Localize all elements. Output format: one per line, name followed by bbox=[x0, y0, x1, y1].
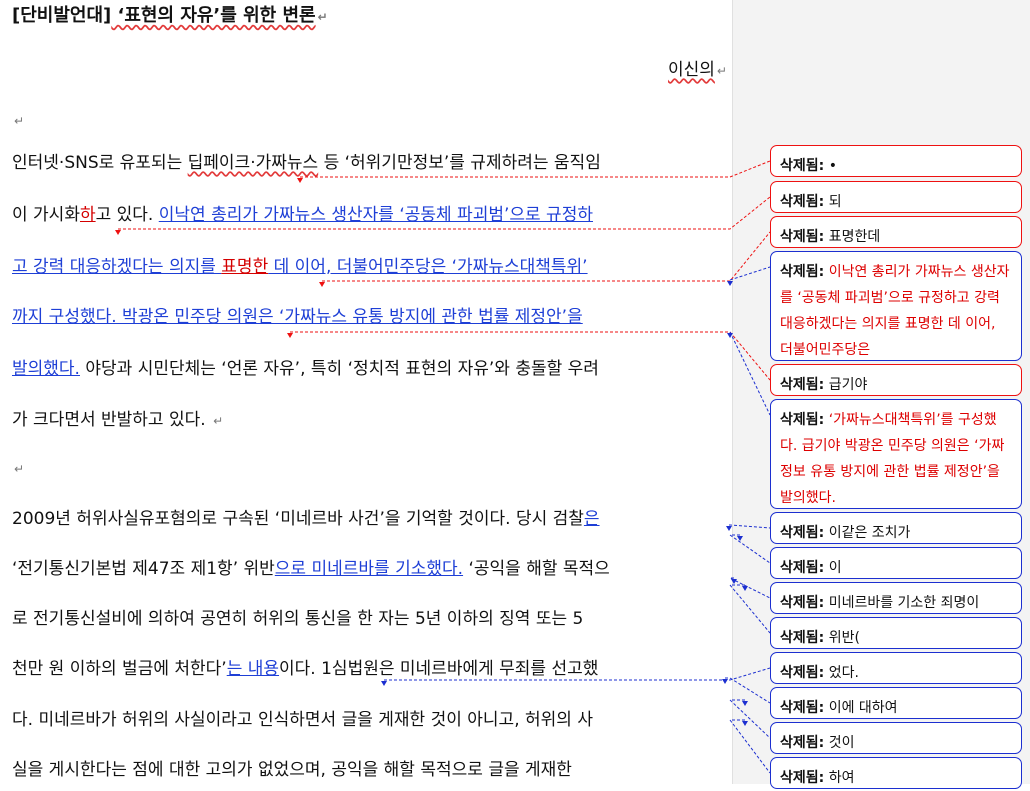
document-line: 가 크다면서 반발하고 있다. ↵ bbox=[12, 410, 223, 431]
text-run: 인터넷·SNS로 유포되는 bbox=[12, 153, 188, 173]
deleted-label: 삭제됨: bbox=[780, 158, 825, 174]
deleted-text: 것이 bbox=[824, 735, 855, 751]
tracked-insertion: 으로 미네르바를 기소했다. bbox=[274, 559, 464, 579]
title-rest: ‘표현의 자유’를 위한 변론 bbox=[111, 5, 316, 26]
deletion-comment-balloon[interactable]: 삭제됨: 위반( bbox=[770, 617, 1022, 649]
text-run: 로 전기통신설비에 의하여 공연히 허위의 통신을 한 자는 5년 이하의 징역… bbox=[12, 609, 584, 629]
tracked-insertion: 고 강력 대응하겠다는 의지를 bbox=[12, 257, 222, 277]
text-run: 고 있다. bbox=[95, 205, 159, 225]
deleted-label: 삭제됨: bbox=[780, 194, 825, 210]
tracked-insertion: 발의했다. bbox=[12, 359, 80, 379]
deleted-label: 삭제됨: bbox=[780, 377, 825, 393]
text-run: 등 ‘허위기만정보’를 규제하려는 움직임 bbox=[318, 153, 601, 173]
document-line: 까지 구성했다. 박광온 민주당 의원은 ‘가짜뉴스 유통 방지에 관한 법률 … bbox=[12, 307, 583, 327]
deletion-comment-balloon[interactable]: 삭제됨: 하여 bbox=[770, 757, 1022, 789]
deleted-text: 표명한데 bbox=[824, 229, 881, 245]
deleted-label: 삭제됨: bbox=[780, 630, 825, 646]
text-run: 실을 게시한다는 점에 대한 고의가 없었으며, 공익을 해할 목적으로 글을 … bbox=[12, 760, 572, 780]
text-run: 가 크다면서 반발하고 있다. bbox=[12, 410, 212, 430]
tracked-insertion: 은 bbox=[583, 509, 600, 529]
deletion-comment-balloon[interactable]: 삭제됨: 이낙연 총리가 가짜뉴스 생산자를 ‘공동체 파괴범’으로 규정하고 … bbox=[770, 251, 1022, 361]
document-line: ‘전기통신기본법 제47조 제1항’ 위반으로 미네르바를 기소했다. ‘공익을… bbox=[12, 559, 610, 579]
deleted-text: 이 bbox=[824, 560, 842, 576]
text-run: 이다. 1심법원은 미네르바에게 무죄를 선고했 bbox=[279, 659, 599, 679]
tracked-insertion: 이낙연 총리가 가짜뉴스 생산자를 ‘공동체 파괴범’으로 규정하 bbox=[158, 205, 593, 225]
text-run: 천만 원 이하의 벌금에 처한다’ bbox=[12, 659, 227, 679]
deletion-comment-balloon[interactable]: 삭제됨: 이 bbox=[770, 547, 1022, 579]
deletion-comment-balloon[interactable]: 삭제됨: 이에 대하여 bbox=[770, 687, 1022, 719]
deleted-label: 삭제됨: bbox=[780, 525, 825, 541]
document-page[interactable]: [단비발언대] ‘표현의 자유’를 위한 변론 ↵ 이신의 ↵ ↵ 인터넷·SNS로… bbox=[0, 0, 732, 784]
deleted-text: 었다. bbox=[824, 665, 859, 681]
deletion-comment-balloon[interactable]: 삭제됨: 표명한데 bbox=[770, 216, 1022, 248]
deletion-comment-balloon[interactable]: 삭제됨: • bbox=[770, 145, 1022, 177]
deletion-comment-balloon[interactable]: 삭제됨: 이같은 조치가 bbox=[770, 512, 1022, 544]
deleted-text: 위반( bbox=[824, 630, 860, 646]
deletion-comment-balloon[interactable]: 삭제됨: 되 bbox=[770, 181, 1022, 213]
text-run: 다. 미네르바가 허위의 사실이라고 인식하면서 글을 게재한 것이 아니고, … bbox=[12, 710, 593, 730]
tracked-change: 표명한 bbox=[221, 257, 269, 277]
deleted-text: 미네르바를 기소한 죄명이 bbox=[824, 595, 980, 611]
deletion-comment-balloon[interactable]: 삭제됨: 것이 bbox=[770, 722, 1022, 754]
author-name: 이신의 bbox=[668, 60, 715, 80]
deleted-text: 이에 대하여 bbox=[824, 700, 898, 716]
deleted-label: 삭제됨: bbox=[780, 229, 825, 245]
document-line: 천만 원 이하의 벌금에 처한다’는 내용이다. 1심법원은 미네르바에게 무죄… bbox=[12, 659, 598, 679]
empty-paragraph: ↵ bbox=[14, 114, 25, 128]
text-run: ‘공익을 해할 목적으 bbox=[463, 559, 610, 579]
document-line: 발의했다. 야당과 시민단체는 ‘언론 자유’, 특히 ‘정치적 표현의 자유’… bbox=[12, 359, 599, 379]
deleted-text: 급기야 bbox=[824, 377, 868, 393]
document-line: 고 강력 대응하겠다는 의지를 표명한 데 이어, 더불어민주당은 ‘가짜뉴스대… bbox=[12, 257, 588, 277]
tracked-change: 하 bbox=[79, 205, 96, 225]
deleted-label: 삭제됨: bbox=[780, 264, 825, 280]
deleted-label: 삭제됨: bbox=[780, 595, 825, 611]
text-run: 2009년 허위사실유포혐의로 구속된 ‘미네르바 사건’을 기억할 것이다. … bbox=[12, 509, 584, 529]
tracked-insertion: 까지 구성했다. 박광온 민주당 의원은 ‘가짜뉴스 유통 방지에 관한 법률 … bbox=[12, 307, 583, 327]
document-line: 실을 게시한다는 점에 대한 고의가 없었으며, 공익을 해할 목적으로 글을 … bbox=[12, 760, 572, 780]
deletion-comment-balloon[interactable]: 삭제됨: 급기야 bbox=[770, 364, 1022, 396]
document-line: 2009년 허위사실유포혐의로 구속된 ‘미네르바 사건’을 기억할 것이다. … bbox=[12, 509, 600, 529]
author-line: 이신의 ↵ bbox=[668, 60, 727, 80]
document-line: 로 전기통신설비에 의하여 공연히 허위의 통신을 한 자는 5년 이하의 징역… bbox=[12, 609, 583, 629]
document-line: 이 가시화하고 있다. 이낙연 총리가 가짜뉴스 생산자를 ‘공동체 파괴범’으… bbox=[12, 205, 593, 225]
deletion-comment-balloon[interactable]: 삭제됨: 었다. bbox=[770, 652, 1022, 684]
document-line: 다. 미네르바가 허위의 사실이라고 인식하면서 글을 게재한 것이 아니고, … bbox=[12, 710, 593, 730]
deleted-label: 삭제됨: bbox=[780, 735, 825, 751]
title-bracket: [단비발언대] bbox=[12, 5, 112, 26]
deletion-comment-balloon[interactable]: 삭제됨: 미네르바를 기소한 죄명이 bbox=[770, 582, 1022, 614]
text-run: 딥페이크·가짜뉴스 bbox=[187, 153, 319, 173]
tracked-insertion: 데 이어, 더불어민주당은 ‘가짜뉴스대책특위’ bbox=[268, 257, 588, 277]
empty-paragraph: ↵ bbox=[12, 458, 24, 479]
text-run: 야당과 시민단체는 ‘언론 자유’, 특히 ‘정치적 표현의 자유’와 충돌할 … bbox=[79, 359, 599, 379]
paragraph-mark: ↵ bbox=[317, 10, 328, 24]
deletion-comment-balloon[interactable]: 삭제됨: ‘가짜뉴스대책특위’를 구성했다. 급기야 박광온 민주당 의원은 ‘… bbox=[770, 399, 1022, 509]
deleted-label: 삭제됨: bbox=[780, 700, 825, 716]
paragraph-mark: ↵ bbox=[14, 462, 25, 476]
deleted-text: 이같은 조치가 bbox=[824, 525, 911, 541]
deleted-label: 삭제됨: bbox=[780, 665, 825, 681]
document-title: [단비발언대] ‘표현의 자유’를 위한 변론 ↵ bbox=[12, 6, 328, 27]
document-line: 인터넷·SNS로 유포되는 딥페이크·가짜뉴스 등 ‘허위기만정보’를 규제하려… bbox=[12, 153, 601, 173]
deleted-text: • bbox=[824, 158, 837, 174]
tracked-insertion: 는 내용 bbox=[226, 659, 280, 679]
deleted-text: 되 bbox=[824, 194, 842, 210]
text-run: 이 가시화 bbox=[12, 205, 80, 225]
paragraph-mark: ↵ bbox=[213, 414, 224, 428]
deleted-label: 삭제됨: bbox=[780, 412, 825, 428]
deleted-label: 삭제됨: bbox=[780, 560, 825, 576]
text-run: ‘전기통신기본법 제47조 제1항’ 위반 bbox=[12, 559, 275, 579]
